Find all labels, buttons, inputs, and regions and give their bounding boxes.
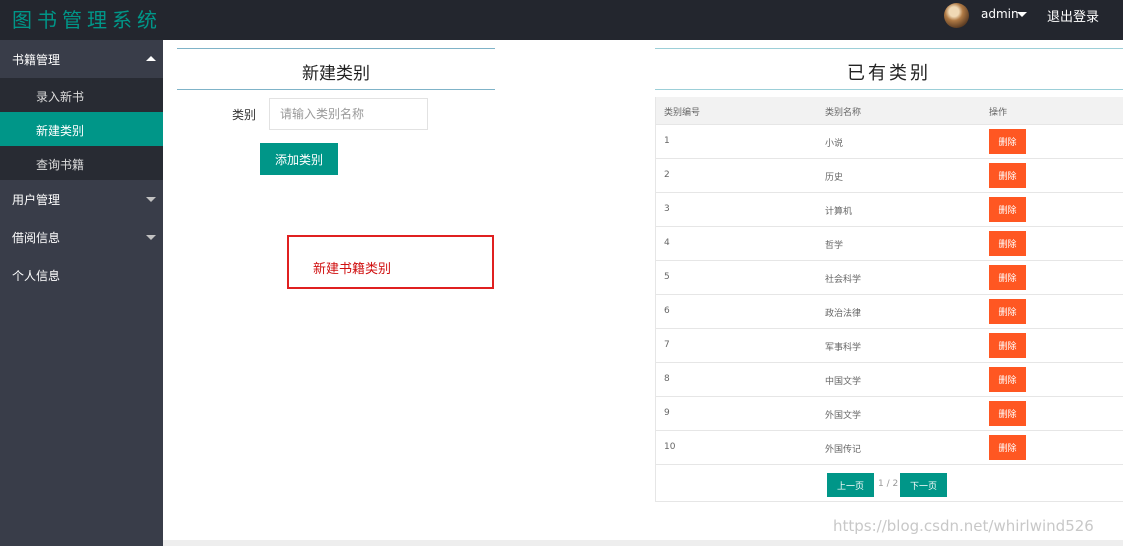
sidebar-group-label: 用户管理 xyxy=(12,193,61,207)
watermark-text: https://blog.csdn.net/whirlwind526 xyxy=(833,517,1094,535)
category-id: 7 xyxy=(664,340,670,350)
category-id: 2 xyxy=(664,170,670,180)
sidebar-item-label: 录入新书 xyxy=(36,90,85,104)
category-name: 历史 xyxy=(825,173,844,183)
table-row: 7 军事科学 删除 xyxy=(655,329,1123,363)
category-id: 3 xyxy=(664,204,670,214)
divider xyxy=(177,89,495,90)
delete-button[interactable]: 删除 xyxy=(989,333,1026,358)
table-row: 9 外国文学 删除 xyxy=(655,397,1123,431)
category-field-label: 类别 xyxy=(232,108,257,122)
annotation-box: 新建书籍类别 xyxy=(287,235,494,289)
chevron-down-icon xyxy=(146,235,156,240)
sidebar-item-label: 查询书籍 xyxy=(36,158,85,172)
column-header-action: 操作 xyxy=(989,108,1008,118)
app-title: 图书管理系统 xyxy=(12,8,162,32)
category-name: 计算机 xyxy=(825,207,853,217)
table-row: 4 哲学 删除 xyxy=(655,227,1123,261)
delete-button[interactable]: 删除 xyxy=(989,231,1026,256)
prev-page-button[interactable]: 上一页 xyxy=(827,473,874,497)
annotation-text: 新建书籍类别 xyxy=(313,262,392,277)
table-row: 5 社会科学 删除 xyxy=(655,261,1123,295)
table-border xyxy=(655,97,656,501)
table-row: 3 计算机 删除 xyxy=(655,193,1123,227)
table-header: 类别编号 类别名称 操作 xyxy=(655,97,1123,125)
category-name: 社会科学 xyxy=(825,275,862,285)
category-id: 4 xyxy=(664,238,670,248)
category-name: 政治法律 xyxy=(825,309,862,319)
delete-button[interactable]: 删除 xyxy=(989,299,1026,324)
delete-button[interactable]: 删除 xyxy=(989,129,1026,154)
category-id: 6 xyxy=(664,306,670,316)
sidebar-item-new-category[interactable]: 新建类别 xyxy=(0,112,163,146)
chevron-up-icon xyxy=(146,56,156,61)
column-header-id: 类别编号 xyxy=(664,108,701,118)
category-id: 9 xyxy=(664,408,670,418)
delete-button[interactable]: 删除 xyxy=(989,163,1026,188)
user-menu[interactable]: admin xyxy=(981,7,1019,21)
chevron-down-icon[interactable] xyxy=(1017,12,1027,17)
sidebar-item-personal[interactable]: 个人信息 xyxy=(0,256,163,294)
divider xyxy=(655,501,1123,502)
add-category-button[interactable]: 添加类别 xyxy=(260,143,338,175)
category-id: 8 xyxy=(664,374,670,384)
category-name: 中国文学 xyxy=(825,377,862,387)
category-id: 10 xyxy=(664,442,676,452)
category-name: 外国文学 xyxy=(825,411,862,421)
category-name-input[interactable] xyxy=(269,98,428,130)
column-header-name: 类别名称 xyxy=(825,108,862,118)
sidebar-group-users[interactable]: 用户管理 xyxy=(0,180,163,218)
table-row: 2 历史 删除 xyxy=(655,159,1123,193)
next-page-button[interactable]: 下一页 xyxy=(900,473,947,497)
category-name: 哲学 xyxy=(825,241,844,251)
sidebar-item-label: 新建类别 xyxy=(36,124,85,138)
page-indicator: 1 / 2 xyxy=(878,479,899,489)
sidebar-group-borrow[interactable]: 借阅信息 xyxy=(0,218,163,256)
category-id: 5 xyxy=(664,272,670,282)
logout-link[interactable]: 退出登录 xyxy=(1047,6,1099,25)
divider xyxy=(655,48,1123,49)
sidebar-item-add-book[interactable]: 录入新书 xyxy=(0,78,163,112)
table-title: 已有类别 xyxy=(847,63,931,84)
delete-button[interactable]: 删除 xyxy=(989,265,1026,290)
table-row: 8 中国文学 删除 xyxy=(655,363,1123,397)
delete-button[interactable]: 删除 xyxy=(989,367,1026,392)
divider xyxy=(655,89,1123,90)
category-name: 军事科学 xyxy=(825,343,862,353)
sidebar-item-query-books[interactable]: 查询书籍 xyxy=(0,146,163,180)
form-title: 新建类别 xyxy=(302,64,370,84)
category-name: 外国传记 xyxy=(825,445,862,455)
user-avatar[interactable] xyxy=(944,3,969,28)
divider xyxy=(177,48,495,49)
table-row: 6 政治法律 删除 xyxy=(655,295,1123,329)
table-row: 10 外国传记 删除 xyxy=(655,431,1123,465)
delete-button[interactable]: 删除 xyxy=(989,401,1026,426)
sidebar-group-books[interactable]: 书籍管理 xyxy=(0,40,163,78)
category-id: 1 xyxy=(664,136,670,146)
footer-divider xyxy=(163,540,1123,546)
chevron-down-icon xyxy=(146,197,156,202)
sidebar-group-label: 书籍管理 xyxy=(12,53,61,67)
category-name: 小说 xyxy=(825,139,844,149)
sidebar-group-label: 借阅信息 xyxy=(12,231,61,245)
sidebar: 书籍管理 录入新书 新建类别 查询书籍 用户管理 借阅信息 个人信息 xyxy=(0,40,163,546)
top-header: 图书管理系统 admin 退出登录 xyxy=(0,0,1123,40)
delete-button[interactable]: 删除 xyxy=(989,197,1026,222)
table-row: 1 小说 删除 xyxy=(655,125,1123,159)
delete-button[interactable]: 删除 xyxy=(989,435,1026,460)
sidebar-group-label: 个人信息 xyxy=(12,269,61,283)
